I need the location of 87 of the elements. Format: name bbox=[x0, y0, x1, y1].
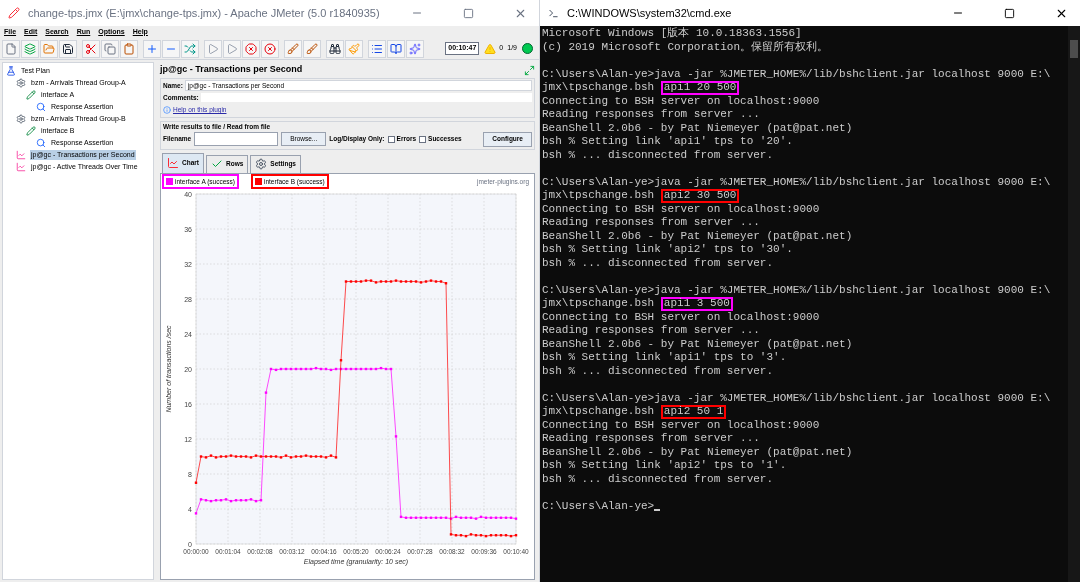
terminal-line: bsh % ... disconnected from server. bbox=[542, 364, 774, 378]
toggle-icon[interactable] bbox=[184, 42, 196, 55]
stop-icon[interactable] bbox=[245, 42, 257, 55]
scrollbar[interactable] bbox=[1068, 26, 1080, 582]
expand-icon[interactable] bbox=[524, 64, 535, 76]
data-point bbox=[394, 434, 398, 438]
checkbox[interactable] bbox=[387, 135, 395, 143]
chart-icon bbox=[167, 157, 179, 170]
terminal-line: BeanShell 2.0b6 - by Pat Niemeyer (pat@pat.net) bbox=[542, 121, 853, 135]
filename-field[interactable] bbox=[194, 132, 279, 147]
magnifier-icon bbox=[36, 138, 46, 148]
copy-icon[interactable] bbox=[104, 42, 116, 55]
new-file-icon[interactable] bbox=[5, 42, 17, 55]
terminal-line: bsh % Setting link 'api2' tps to '1'. bbox=[542, 459, 787, 473]
data-point bbox=[194, 481, 198, 484]
broom-icon[interactable] bbox=[348, 42, 360, 55]
terminal-line: BeanShell 2.0b6 - by Pat Niemeyer (pat@pat.net) bbox=[542, 229, 853, 243]
info-icon bbox=[163, 106, 171, 114]
highlighted-arguments: api2 50 1 bbox=[660, 405, 727, 419]
window-title: C:\WINDOWS\system32\cmd.exe bbox=[567, 5, 733, 21]
terminal-line: bsh % Setting link 'api1' tps to '3'. bbox=[542, 351, 787, 365]
terminal-line: jmx\tpschange.bsh bbox=[542, 189, 656, 203]
terminal-line: Connecting to BSH server on localhost:9000 bbox=[542, 418, 820, 432]
expand-icon[interactable] bbox=[146, 42, 158, 55]
terminal-line: Reading responses from server ... bbox=[542, 216, 760, 230]
terminal-line: Reading responses from server ... bbox=[542, 108, 760, 122]
chart-icon bbox=[16, 162, 26, 172]
cut-icon[interactable] bbox=[85, 42, 97, 55]
start-no-pause-icon[interactable] bbox=[226, 42, 238, 55]
save-icon[interactable] bbox=[62, 42, 74, 55]
highlighted-arguments: api1 3 500 bbox=[660, 297, 733, 311]
gear-icon bbox=[16, 114, 26, 124]
terminal-line: (c) 2019 Microsoft Corporation。保留所有权利。 bbox=[542, 40, 829, 54]
terminal-line: jmx\tpschange.bsh bbox=[542, 81, 656, 95]
terminal-line: C:\Users\Alan-ye>java -jar %JMETER_HOME%/lib/bshclient.jar localhost 9000 E:\ bbox=[542, 391, 1051, 405]
pen-icon bbox=[26, 90, 36, 100]
highlighted-arguments: api1 20 500 bbox=[660, 81, 740, 95]
panel-title: jp@gc - Transactions per Second bbox=[160, 63, 303, 77]
magnifier-icon bbox=[36, 102, 46, 112]
terminal-line: bsh % ... disconnected from server. bbox=[542, 148, 774, 162]
data-point bbox=[339, 358, 343, 362]
data-point bbox=[194, 511, 198, 515]
scrollbar-thumb[interactable] bbox=[1070, 40, 1078, 58]
terminal-line: bsh % ... disconnected from server. bbox=[542, 472, 774, 486]
data-point bbox=[264, 391, 268, 394]
terminal-line: Reading responses from server ... bbox=[542, 324, 760, 338]
clear-icon[interactable] bbox=[287, 42, 299, 55]
chart-icon bbox=[16, 150, 26, 160]
feather-icon bbox=[8, 7, 20, 19]
terminal-line: bsh % ... disconnected from server. bbox=[542, 256, 774, 270]
maximize-icon[interactable] bbox=[1004, 7, 1015, 19]
terminal-line: bsh % Setting link 'api2' tps to '30'. bbox=[542, 243, 793, 257]
terminal-line: Connecting to BSH server on localhost:9000 bbox=[542, 94, 820, 108]
list-icon[interactable] bbox=[371, 42, 383, 55]
terminal-line: BeanShell 2.0b6 - by Pat Niemeyer (pat@pat.net) bbox=[542, 445, 853, 459]
checkbox[interactable] bbox=[419, 135, 427, 143]
flask-icon bbox=[6, 66, 16, 76]
templates-icon[interactable] bbox=[24, 42, 36, 55]
folder-icon[interactable] bbox=[43, 42, 55, 55]
terminal-line: BeanShell 2.0b6 - by Pat Niemeyer (pat@pat.net) bbox=[542, 337, 853, 351]
window-title: change-tps.jmx (E:\jmx\change-tps.jmx) - Apache JMeter (5.0 r1840935) bbox=[28, 5, 381, 21]
terminal-line: bsh % Setting link 'api1' tps to '20'. bbox=[542, 135, 793, 149]
terminal-line: Microsoft Windows [版本 10.0.18363.1556] bbox=[542, 27, 802, 41]
terminal-line: C:\Users\Alan-ye>java -jar %JMETER_HOME%/lib/bshclient.jar localhost 9000 E:\ bbox=[542, 283, 1051, 297]
terminal-line: jmx\tpschange.bsh bbox=[542, 297, 656, 311]
status-light-icon bbox=[522, 43, 533, 54]
terminal-line: C:\Users\Alan-ye>java -jar %JMETER_HOME%/lib/bshclient.jar localhost 9000 E:\ bbox=[542, 175, 1051, 189]
warning-icon[interactable] bbox=[484, 42, 497, 55]
sparkle-icon[interactable] bbox=[409, 42, 421, 55]
clear-all-icon[interactable] bbox=[306, 42, 318, 55]
terminal-line: C:\Users\Alan-ye> bbox=[542, 499, 655, 513]
terminal-line: C:\Users\Alan-ye>java -jar %JMETER_HOME%/lib/bshclient.jar localhost 9000 E:\ bbox=[542, 67, 1051, 81]
terminal-line: jmx\tpschange.bsh bbox=[542, 405, 656, 419]
start-icon[interactable] bbox=[207, 42, 219, 55]
terminal-icon bbox=[548, 7, 559, 19]
terminal-line: Connecting to BSH server on localhost:9000 bbox=[542, 310, 820, 324]
highlighted-arguments: api2 30 500 bbox=[660, 189, 740, 203]
text-cursor bbox=[654, 509, 661, 511]
help-book-icon[interactable] bbox=[390, 42, 402, 55]
gear-icon bbox=[255, 158, 268, 171]
terminal-line: Reading responses from server ... bbox=[542, 432, 760, 446]
clipboard-icon[interactable] bbox=[123, 42, 135, 55]
shutdown-icon[interactable] bbox=[264, 42, 276, 55]
search-icon[interactable] bbox=[329, 42, 341, 55]
gear-icon bbox=[16, 78, 26, 88]
pen-icon bbox=[26, 126, 36, 136]
terminal-line: Connecting to BSH server on localhost:9000 bbox=[542, 202, 820, 216]
